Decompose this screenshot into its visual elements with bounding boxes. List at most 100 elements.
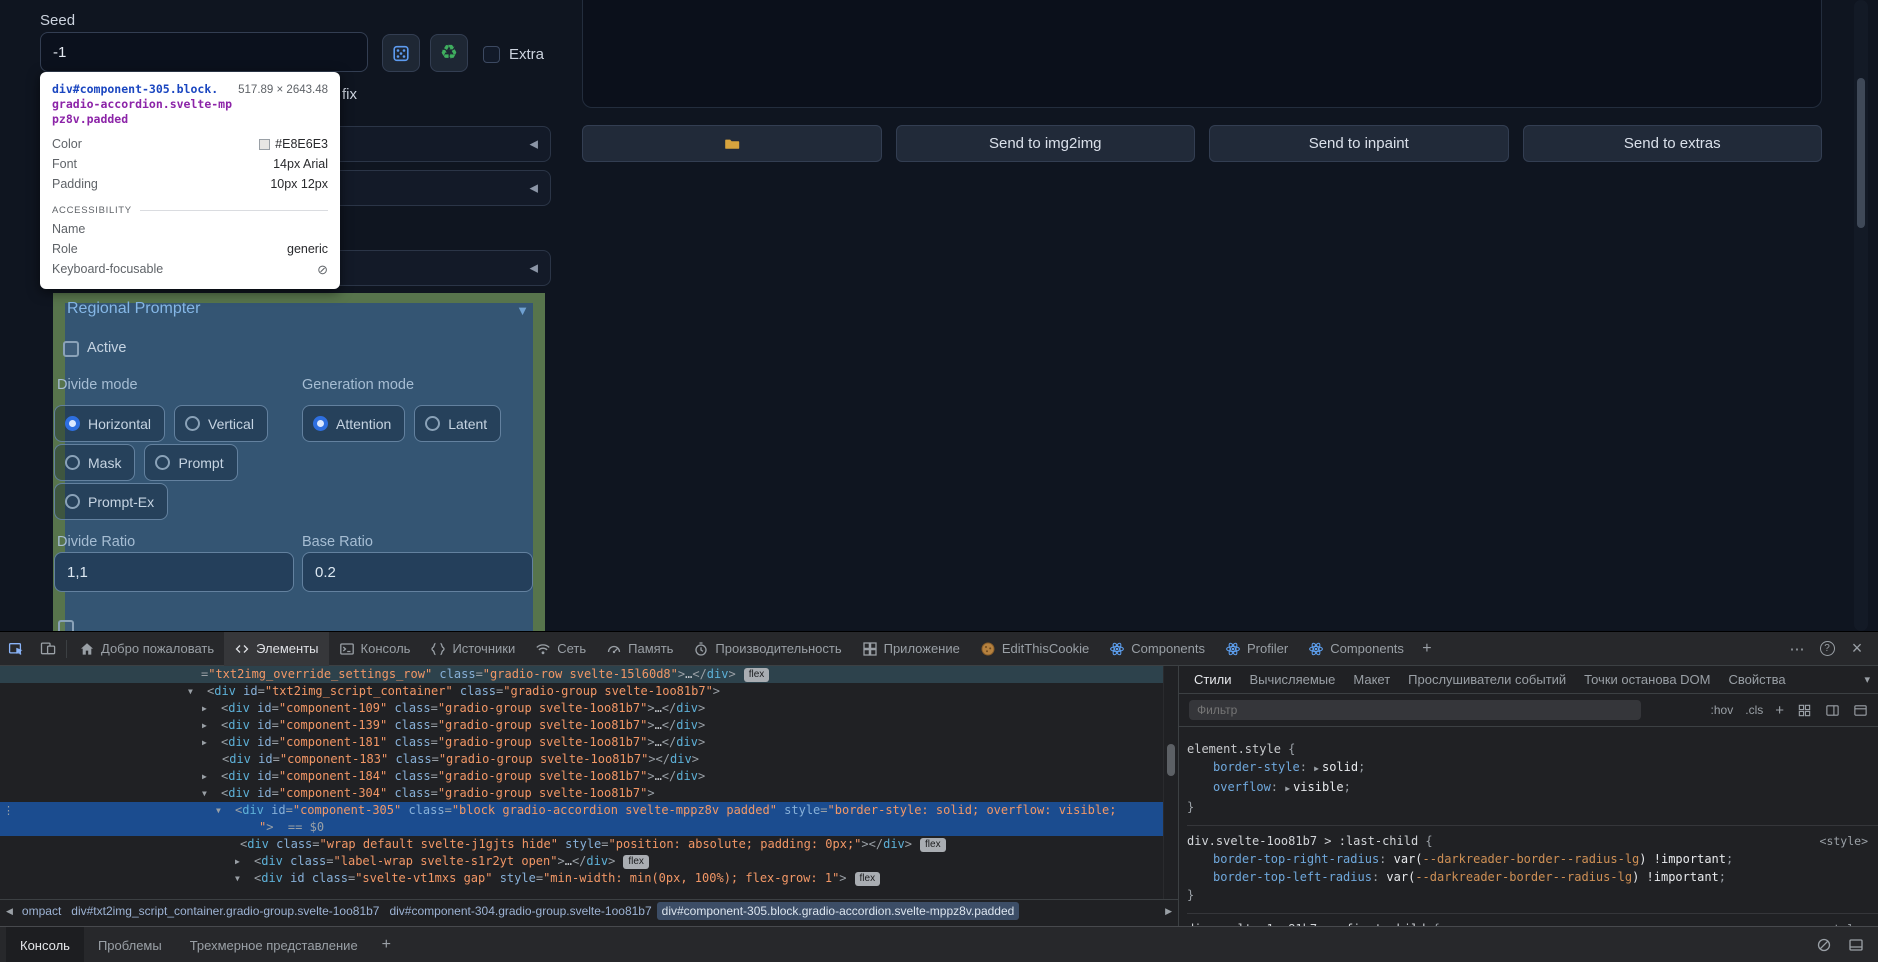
expand-arrow-icon[interactable]: ▶ (202, 717, 221, 734)
styles-filter-input[interactable] (1189, 700, 1641, 720)
sidebar-toggle-icon[interactable] (1824, 702, 1840, 718)
devtools-tab-profiler[interactable]: Profiler (1215, 632, 1298, 666)
breadcrumb-scroll-left-icon[interactable]: ◀ (2, 906, 17, 917)
clear-icon[interactable] (1816, 937, 1832, 953)
expand-arrow-icon[interactable]: ▶ (202, 734, 221, 751)
send-to-extras-button[interactable]: Send to extras (1522, 125, 1822, 162)
dom-tree-node[interactable]: ▼ <div id="txt2img_script_container" clas… (0, 683, 1163, 700)
breadcrumb-item[interactable]: ompact (17, 902, 66, 920)
dom-tree-node[interactable]: ="txt2img_override_settings_row" class="… (0, 666, 1163, 683)
collapse-arrow-icon[interactable]: ▼ (235, 870, 254, 887)
dom-tree-node[interactable]: <div id="component-183" class="gradio-gr… (0, 751, 1163, 768)
base-ratio-input[interactable] (302, 552, 533, 592)
devtools-tab-elements[interactable]: Элементы (224, 631, 329, 666)
radio-option-attention[interactable]: Attention (302, 405, 406, 442)
css-selector[interactable]: element.style (1187, 742, 1281, 756)
random-seed-button[interactable] (382, 34, 420, 72)
sidebar-tab-event-listeners[interactable]: Прослушиватели событий (1399, 666, 1575, 693)
radio-option-horizontal[interactable]: Horizontal (54, 405, 166, 442)
devtools-tab-network[interactable]: Сеть (525, 632, 596, 666)
radio-option-prompt-ex[interactable]: Prompt-Ex (54, 483, 169, 520)
chevron-down-icon[interactable]: ▾ (1856, 673, 1878, 686)
devtools-tab-welcome[interactable]: Добро пожаловать (69, 632, 224, 666)
drawer-tab-console[interactable]: Консоль (6, 927, 84, 962)
dom-tree-node[interactable]: <div class="wrap default svelte-j1gjts h… (0, 836, 1163, 853)
dom-tree-node[interactable]: ▼ <div id="component-304" class="gradio-g… (0, 785, 1163, 802)
radio-option-mask[interactable]: Mask (54, 444, 136, 481)
active-checkbox[interactable] (63, 341, 79, 357)
dom-tree-node[interactable]: ▶ <div id="component-139" class="gradio-g… (0, 717, 1163, 734)
breadcrumb-item[interactable]: div#txt2img_script_container.gradio-grou… (66, 902, 384, 920)
dom-tree-node[interactable]: ▶ <div id="component-181" class="gradio-g… (0, 734, 1163, 751)
drawer-tab-3d-view[interactable]: Трехмерное представление (176, 927, 372, 962)
collapse-arrow-icon[interactable]: ▼ (188, 683, 207, 700)
add-drawer-tab-button[interactable]: + (372, 936, 401, 954)
sidebar-tab-layout[interactable]: Макет (1344, 666, 1399, 693)
css-property[interactable]: border-top-left-radius: var(--darkreader… (1187, 868, 1878, 886)
sidebar-tab-styles[interactable]: Стили (1185, 666, 1240, 693)
devtools-tab-components-2[interactable]: Components (1298, 632, 1414, 666)
dom-tree-node[interactable]: "> == $0 (0, 819, 1163, 836)
send-to-img2img-button[interactable]: Send to img2img (895, 125, 1195, 162)
expand-shorthand-icon[interactable]: ▶ (1285, 784, 1290, 793)
expand-arrow-icon[interactable]: ▶ (235, 853, 254, 870)
flex-badge[interactable]: flex (623, 855, 649, 869)
css-property[interactable]: border-style: ▶ solid; (1187, 758, 1878, 778)
computed-styles-icon[interactable] (1796, 702, 1812, 718)
regional-prompter-title[interactable]: Regional Prompter (67, 300, 200, 318)
collapse-arrow-icon[interactable]: ▼ (202, 785, 221, 802)
page-scrollbar[interactable] (1854, 0, 1868, 631)
css-property[interactable]: overflow: ▶ visible; (1187, 778, 1878, 798)
expanded-caret-icon[interactable]: ▼ (516, 303, 529, 318)
breadcrumb-item[interactable]: div#component-305.block.gradio-accordion… (656, 902, 1020, 920)
devtools-tab-sources[interactable]: Источники (420, 632, 525, 666)
dom-tree-node[interactable]: ▶ <div class="label-wrap svelte-s1r2yt op… (0, 853, 1163, 870)
radio-option-vertical[interactable]: Vertical (174, 405, 268, 442)
panel-layout-icon[interactable] (1848, 937, 1864, 953)
devtools-menu-button[interactable]: ⋯ (1782, 632, 1812, 666)
extra-seed-checkbox[interactable] (483, 46, 500, 63)
devtools-tab-components[interactable]: Components (1099, 632, 1215, 666)
css-property[interactable]: border-top-right-radius: var(--darkreade… (1187, 850, 1878, 868)
style-source-link[interactable]: <style> (1820, 832, 1868, 850)
collapse-arrow-icon[interactable]: ▼ (216, 802, 235, 819)
dom-tree-node[interactable]: ▼ <div id class="svelte-vt1mxs gap" style… (0, 870, 1163, 887)
scrollbar-thumb[interactable] (1857, 78, 1865, 228)
inspect-element-button[interactable] (0, 632, 32, 666)
expand-shorthand-icon[interactable]: ▶ (1314, 764, 1319, 773)
dom-tree-node[interactable]: ▶ <div id="component-109" class="gradio-g… (0, 700, 1163, 717)
elements-scrollbar[interactable] (1163, 666, 1177, 899)
sidebar-tab-computed[interactable]: Вычисляемые (1240, 666, 1344, 693)
divide-ratio-input[interactable] (54, 552, 294, 592)
reuse-seed-button[interactable]: ♻ (430, 34, 468, 72)
flex-badge[interactable]: flex (920, 838, 946, 852)
scrollbar-thumb[interactable] (1167, 744, 1175, 776)
sidebar-tab-dom-breakpoints[interactable]: Точки останова DOM (1575, 666, 1719, 693)
new-style-rule-button[interactable]: + (1775, 702, 1784, 719)
breadcrumb-item[interactable]: div#component-304.gradio-group.svelte-1o… (384, 902, 656, 920)
more-tools-button[interactable]: + (1414, 632, 1440, 666)
expand-arrow-icon[interactable]: ▶ (202, 700, 221, 717)
dom-tree-node[interactable]: ⋮ ▼ <div id="component-305" class="block g… (0, 802, 1163, 819)
seed-input[interactable] (40, 32, 368, 72)
flex-badge[interactable]: flex (854, 872, 881, 886)
devtools-tab-memory[interactable]: Память (596, 632, 683, 666)
device-toolbar-button[interactable] (32, 632, 64, 666)
help-button[interactable]: ? (1812, 632, 1842, 666)
node-options-icon[interactable]: ⋮ (3, 802, 14, 819)
flex-badge[interactable]: flex (743, 668, 770, 682)
panel-options-icon[interactable] (1852, 702, 1868, 718)
css-selector[interactable]: div.svelte-1oo81b7 > :last-child (1187, 834, 1418, 848)
toggle-element-state-button[interactable]: :hov (1711, 703, 1734, 717)
send-to-inpaint-button[interactable]: Send to inpaint (1209, 125, 1509, 162)
devtools-tab-console[interactable]: Консоль (329, 632, 421, 666)
expand-arrow-icon[interactable]: ▶ (202, 768, 221, 785)
clipped-checkbox[interactable] (58, 620, 74, 631)
sidebar-tab-properties[interactable]: Свойства (1719, 666, 1794, 693)
radio-option-prompt[interactable]: Prompt (144, 444, 238, 481)
dom-tree-node[interactable]: ▶ <div id="component-184" class="gradio-g… (0, 768, 1163, 785)
devtools-tab-editthiscookie[interactable]: EditThisCookie (970, 632, 1099, 666)
drawer-tab-issues[interactable]: Проблемы (84, 927, 176, 962)
devtools-tab-application[interactable]: Приложение (852, 632, 970, 666)
radio-option-latent[interactable]: Latent (414, 405, 502, 442)
